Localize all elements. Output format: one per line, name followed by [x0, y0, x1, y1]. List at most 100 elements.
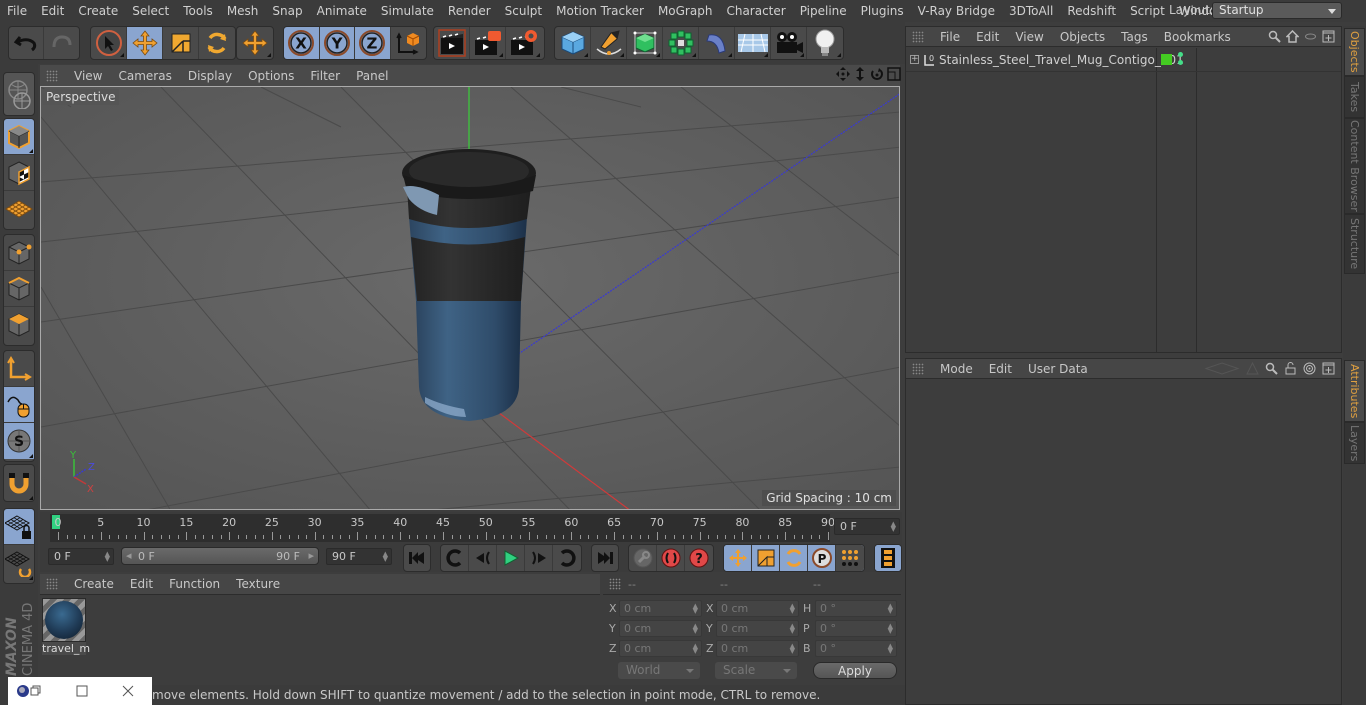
tweak-mode-button[interactable]	[4, 387, 34, 423]
object-name[interactable]: Stainless_Steel_Travel_Mug_Contigo_001	[939, 53, 1184, 67]
new-panel-icon[interactable]	[1322, 362, 1335, 375]
size-z-field[interactable]: 0 cm ▲ ▼	[716, 640, 799, 657]
key-position-button[interactable]	[724, 545, 752, 571]
menu-create[interactable]: Create	[71, 4, 125, 18]
viewport-menu-panel[interactable]: Panel	[348, 69, 396, 83]
search-icon[interactable]	[1265, 362, 1278, 375]
tab-layers[interactable]: Layers	[1344, 422, 1365, 464]
redo-button[interactable]	[44, 27, 79, 59]
menu-select[interactable]: Select	[125, 4, 176, 18]
menu-3dtoall[interactable]: 3DToAll	[1002, 4, 1060, 18]
size-x-field[interactable]: 0 cm ▲ ▼	[716, 600, 799, 617]
home-icon[interactable]	[1286, 30, 1299, 43]
menu-motion-tracker[interactable]: Motion Tracker	[549, 4, 651, 18]
pos-z-field[interactable]: 0 cm ▲ ▼	[619, 640, 702, 657]
workplane-align-button[interactable]	[4, 545, 34, 581]
panel-grip-icon[interactable]	[912, 362, 924, 375]
camera-label[interactable]: Perspective	[43, 89, 119, 105]
next-key-button[interactable]	[553, 545, 581, 571]
play-button[interactable]	[497, 545, 525, 571]
panel-grip-icon[interactable]	[46, 69, 58, 82]
close-icon[interactable]	[122, 685, 134, 697]
solo-mode-button[interactable]: S	[4, 423, 34, 459]
pan-icon[interactable]	[836, 67, 850, 81]
menu-character[interactable]: Character	[719, 4, 792, 18]
object-menu-edit[interactable]: Edit	[968, 30, 1007, 44]
add-spline-button[interactable]	[591, 27, 627, 59]
menu-pipeline[interactable]: Pipeline	[793, 4, 854, 18]
rotate-tool-button[interactable]	[199, 27, 235, 59]
attributes-menu-user-data[interactable]: User Data	[1020, 362, 1096, 376]
object-menu-objects[interactable]: Objects	[1052, 30, 1113, 44]
snapping-button[interactable]	[4, 465, 34, 501]
3d-viewport[interactable]: Perspective Y Z X Grid Spacing : 10 cm	[40, 86, 900, 510]
coordinate-space-select[interactable]: World	[618, 662, 700, 679]
add-floor-button[interactable]	[735, 27, 771, 59]
add-light-button[interactable]	[807, 27, 843, 59]
menu-render[interactable]: Render	[441, 4, 498, 18]
pos-y-field[interactable]: 0 cm ▲ ▼	[619, 620, 702, 637]
layout-select[interactable]: Startup	[1212, 2, 1342, 19]
previous-key-button[interactable]	[441, 545, 469, 571]
tab-structure[interactable]: Structure	[1344, 214, 1365, 274]
panel-grip-icon[interactable]	[912, 30, 924, 43]
current-frame-field[interactable]: 0 F ▲ ▼	[834, 518, 900, 535]
attributes-menu-mode[interactable]: Mode	[932, 362, 981, 376]
tab-takes[interactable]: Takes	[1344, 76, 1365, 118]
travel-mug-model[interactable]	[402, 149, 536, 421]
layer-color-swatch[interactable]	[1161, 54, 1172, 65]
visibility-dots-icon[interactable]	[1178, 52, 1183, 65]
object-menu-view[interactable]: View	[1007, 30, 1051, 44]
add-cube-button[interactable]	[555, 27, 591, 59]
viewport-menu-options[interactable]: Options	[240, 69, 302, 83]
end-frame-field[interactable]: 90 F ▲ ▼	[326, 548, 392, 565]
object-row[interactable]: + 0 Stainless_Steel_Travel_Mug_Contigo_0…	[906, 48, 1341, 72]
menu-snap[interactable]: Snap	[265, 4, 309, 18]
menu-vray-bridge[interactable]: V-Ray Bridge	[911, 4, 1002, 18]
recent-tool-button[interactable]	[237, 27, 273, 59]
previous-frame-button[interactable]	[469, 545, 497, 571]
maximize-view-icon[interactable]	[887, 67, 901, 81]
go-to-end-button[interactable]	[592, 545, 618, 571]
size-y-field[interactable]: 0 cm ▲ ▼	[716, 620, 799, 637]
edges-mode-button[interactable]	[4, 271, 34, 307]
add-deformer-button[interactable]	[699, 27, 735, 59]
tab-attributes[interactable]: Attributes	[1344, 360, 1365, 422]
viewport-menu-cameras[interactable]: Cameras	[110, 69, 179, 83]
panel-grip-icon[interactable]	[46, 578, 58, 590]
points-mode-button[interactable]	[4, 235, 34, 271]
maximize-icon[interactable]	[76, 685, 88, 697]
menu-animate[interactable]: Animate	[310, 4, 374, 18]
attributes-menu-edit[interactable]: Edit	[981, 362, 1020, 376]
rot-b-field[interactable]: 0 ° ▲ ▼	[815, 640, 897, 657]
search-icon[interactable]	[1268, 30, 1281, 43]
material-menu-texture[interactable]: Texture	[228, 577, 288, 591]
range-left-arrow-icon[interactable]: ◂	[126, 549, 132, 562]
render-picture-viewer-button[interactable]	[470, 27, 506, 59]
menu-edit[interactable]: Edit	[34, 4, 71, 18]
tab-objects[interactable]: Objects	[1344, 28, 1365, 76]
key-pla-button[interactable]	[836, 545, 864, 571]
next-frame-button[interactable]	[525, 545, 553, 571]
viewport-menu-display[interactable]: Display	[180, 69, 240, 83]
object-menu-bookmarks[interactable]: Bookmarks	[1156, 30, 1239, 44]
object-menu-tags[interactable]: Tags	[1113, 30, 1156, 44]
keyframe-selection-button[interactable]: ?	[685, 545, 713, 571]
up-arrow-icon[interactable]	[1246, 362, 1259, 375]
record-button[interactable]	[629, 545, 657, 571]
render-view-button[interactable]	[434, 27, 470, 59]
lock-icon[interactable]	[1284, 362, 1297, 375]
autokey-button[interactable]	[657, 545, 685, 571]
viewport-menu-view[interactable]: View	[66, 69, 110, 83]
key-rotation-button[interactable]	[780, 545, 808, 571]
timeline-ruler[interactable]: 0 5 10 15 20 25 30 35 40 45 50 55 60 65 70 75 80 85 90	[50, 514, 835, 542]
apply-button[interactable]: Apply	[813, 662, 897, 679]
add-cloner-button[interactable]	[663, 27, 699, 59]
texture-mode-button[interactable]	[4, 155, 34, 191]
new-panel-icon[interactable]	[1322, 30, 1335, 43]
material-menu-create[interactable]: Create	[66, 577, 122, 591]
menu-file[interactable]: File	[0, 4, 34, 18]
rot-h-field[interactable]: 0 ° ▲ ▼	[815, 600, 897, 617]
menu-simulate[interactable]: Simulate	[374, 4, 441, 18]
key-scale-button[interactable]	[752, 545, 780, 571]
